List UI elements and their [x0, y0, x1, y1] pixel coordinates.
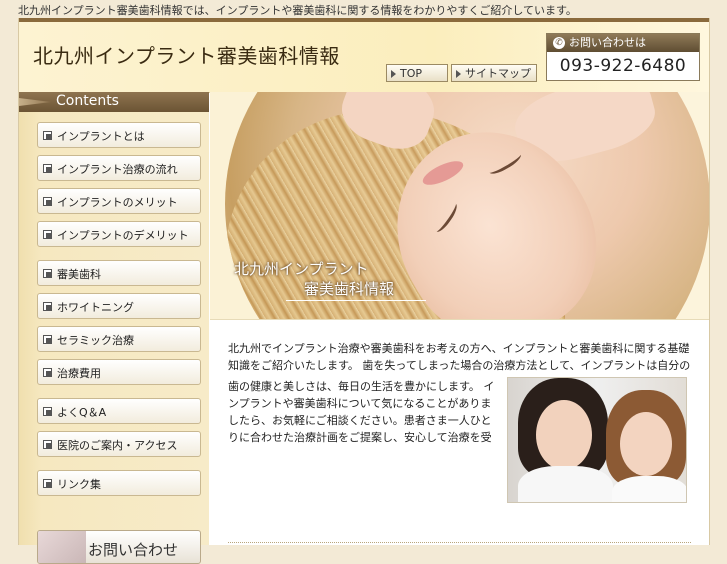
sidebar-item-links[interactable]: リンク集	[37, 470, 201, 496]
phone-icon: ✆	[553, 37, 565, 49]
hero-banner: 北九州インプラント 審美歯科情報	[210, 92, 709, 320]
window-icon	[43, 407, 52, 416]
sidebar-item-access[interactable]: 医院のご案内・アクセス	[37, 431, 201, 457]
staff-photo	[507, 377, 687, 503]
site-title[interactable]: 北九州インプラント審美歯科情報	[33, 40, 340, 69]
window-icon	[43, 197, 52, 206]
contact-header: ✆ お問い合わせは	[547, 34, 699, 52]
hero-title-line1: 北九州インプラント	[234, 260, 369, 278]
staff-photo-body	[612, 476, 686, 502]
heading-arrow-icon	[19, 98, 51, 106]
sidebar-item-implant-about[interactable]: インプラントとは	[37, 122, 201, 148]
nav-top-label: TOP	[400, 67, 423, 80]
window-icon	[43, 164, 52, 173]
sidebar-item-faq[interactable]: よくQ＆A	[37, 398, 201, 424]
contact-label: お問い合わせは	[569, 36, 646, 49]
staff-photo-face	[536, 400, 592, 470]
content-divider	[228, 542, 691, 543]
window-icon	[43, 302, 52, 311]
body-paragraph: 歯の健康と美しさは、毎日の生活を豊かにします。 インプラントや審美歯科について気…	[228, 380, 495, 444]
sidebar-item-label: インプラントのデメリット	[57, 229, 189, 242]
sidebar-item-label: インプラントのメリット	[57, 196, 178, 209]
contact-button-label: お問い合わせ	[88, 541, 179, 559]
sidebar-item-implant-merit[interactable]: インプラントのメリット	[37, 188, 201, 214]
nav-sitemap-button[interactable]: サイトマップ	[451, 64, 537, 82]
sidebar-item-cost[interactable]: 治療費用	[37, 359, 201, 385]
sidebar-item-label: インプラント治療の流れ	[57, 163, 178, 176]
window-icon	[43, 440, 52, 449]
top-intro-text: 北九州インプラント審美歯科情報では、インプラントや審美歯科に関する情報をわかりや…	[18, 4, 577, 17]
hero-divider	[286, 300, 426, 301]
hero-photo	[225, 92, 709, 319]
sidebar-item-implant-flow[interactable]: インプラント治療の流れ	[37, 155, 201, 181]
phone-number[interactable]: 093-922-6480	[547, 52, 699, 80]
nav-top-button[interactable]: TOP	[386, 64, 448, 82]
contact-button[interactable]: お問い合わせ	[37, 530, 201, 564]
nav-sitemap-label: サイトマップ	[465, 67, 531, 80]
sidebar-item-label: ホワイトニング	[57, 301, 134, 314]
window-icon	[43, 335, 52, 344]
sidebar-title: Contents	[56, 93, 119, 109]
arrow-right-icon	[456, 70, 461, 78]
header: 北九州インプラント審美歯科情報 TOP サイトマップ ✆ お問い合わせは 093…	[19, 18, 709, 93]
sidebar-item-ceramic[interactable]: セラミック治療	[37, 326, 201, 352]
sidebar-heading: Contents	[19, 92, 209, 112]
arrow-right-icon	[391, 70, 396, 78]
window-icon	[43, 479, 52, 488]
sidebar-item-label: セラミック治療	[57, 334, 134, 347]
sidebar-item-whitening[interactable]: ホワイトニング	[37, 293, 201, 319]
sidebar-item-aesthetic[interactable]: 審美歯科	[37, 260, 201, 286]
staff-photo-body	[518, 466, 613, 502]
window-icon	[43, 131, 52, 140]
sidebar: Contents インプラントとは インプラント治療の流れ インプラントのメリッ…	[19, 92, 209, 564]
sidebar-item-label: 医院のご案内・アクセス	[57, 439, 178, 452]
sidebar-item-label: よくQ＆A	[57, 406, 107, 419]
contact-phone-box: ✆ お問い合わせは 093-922-6480	[546, 33, 700, 81]
contact-banner-image	[38, 531, 86, 563]
intro-paragraph: 北九州でインプラント治療や審美歯科をお考えの方へ、インプラントと審美歯科に関する…	[228, 342, 691, 372]
page-container: 北九州インプラント審美歯科情報 TOP サイトマップ ✆ お問い合わせは 093…	[18, 18, 710, 564]
sidebar-item-label: 治療費用	[57, 367, 101, 380]
window-icon	[43, 230, 52, 239]
sidebar-item-label: リンク集	[57, 478, 101, 491]
hero-title-line2: 審美歯科情報	[304, 280, 395, 298]
staff-photo-face	[620, 412, 672, 476]
sidebar-item-label: インプラントとは	[57, 130, 145, 143]
window-icon	[43, 269, 52, 278]
sidebar-item-label: 審美歯科	[57, 268, 101, 281]
sidebar-item-implant-demerit[interactable]: インプラントのデメリット	[37, 221, 201, 247]
window-icon	[43, 368, 52, 377]
main-content: 北九州でインプラント治療や審美歯科をお考えの方へ、インプラントと審美歯科に関する…	[210, 320, 709, 545]
